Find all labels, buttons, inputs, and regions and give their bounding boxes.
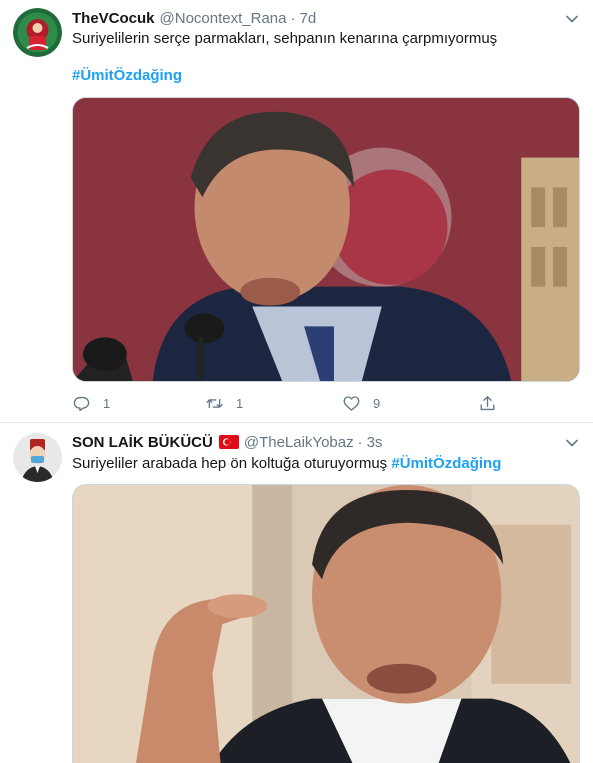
tweet-header: TheVCocuk @Nocontext_Rana · 7d [72, 8, 577, 28]
tweet-text: Suriyeliler arabada hep ön koltuğa oturu… [72, 454, 577, 474]
tweet-photo[interactable] [72, 97, 580, 382]
retweet-button[interactable]: 1 [205, 392, 243, 414]
tweet-photo[interactable] [72, 484, 580, 763]
avatar-image [13, 433, 62, 482]
reply-count: 1 [103, 395, 111, 411]
avatar-image [13, 8, 62, 57]
chevron-down-icon[interactable] [565, 12, 579, 26]
tweet[interactable]: SON LAİK BÜKÜCÜ @TheLaikYobaz · 3s Suriy… [0, 423, 593, 763]
turkey-flag-icon [218, 435, 239, 449]
photo-image [73, 485, 579, 763]
chevron-down-icon[interactable] [565, 436, 579, 450]
avatar[interactable] [13, 8, 62, 57]
user-handle[interactable]: @TheLaikYobaz [244, 434, 354, 451]
tweet-text: Suriyelilerin serçe parmakları, sehpanın… [72, 30, 498, 47]
separator-dot: · [357, 433, 363, 451]
avatar[interactable] [13, 433, 62, 482]
tweet-header: SON LAİK BÜKÜCÜ @TheLaikYobaz · 3s [72, 432, 577, 452]
timestamp[interactable]: 7d [299, 10, 316, 27]
display-name[interactable]: SON LAİK BÜKÜCÜ [72, 434, 213, 451]
share-icon [480, 395, 495, 410]
timestamp[interactable]: 3s [367, 434, 383, 451]
tweet[interactable]: TheVCocuk @Nocontext_Rana · 7d Suriyelil… [0, 0, 593, 423]
hashtag-link[interactable]: #ÜmitÖzdağing [391, 455, 501, 472]
photo-image [73, 98, 579, 381]
reply-icon [73, 396, 90, 411]
heart-icon [343, 395, 360, 411]
user-handle[interactable]: @Nocontext_Rana [160, 10, 287, 27]
retweet-count: 1 [236, 395, 244, 411]
like-count: 9 [373, 395, 381, 411]
share-button[interactable] [478, 392, 497, 414]
hashtag-link[interactable]: #ÜmitÖzdağing [72, 67, 182, 84]
tweet-text-body: Suriyeliler arabada hep ön koltuğa oturu… [72, 455, 388, 472]
display-name[interactable]: TheVCocuk [72, 10, 155, 27]
reply-button[interactable]: 1 [72, 392, 110, 414]
tweet-actions: 1 1 9 [72, 392, 502, 414]
like-button[interactable]: 9 [342, 392, 380, 414]
retweet-icon [206, 398, 223, 408]
separator-dot: · [290, 9, 296, 27]
